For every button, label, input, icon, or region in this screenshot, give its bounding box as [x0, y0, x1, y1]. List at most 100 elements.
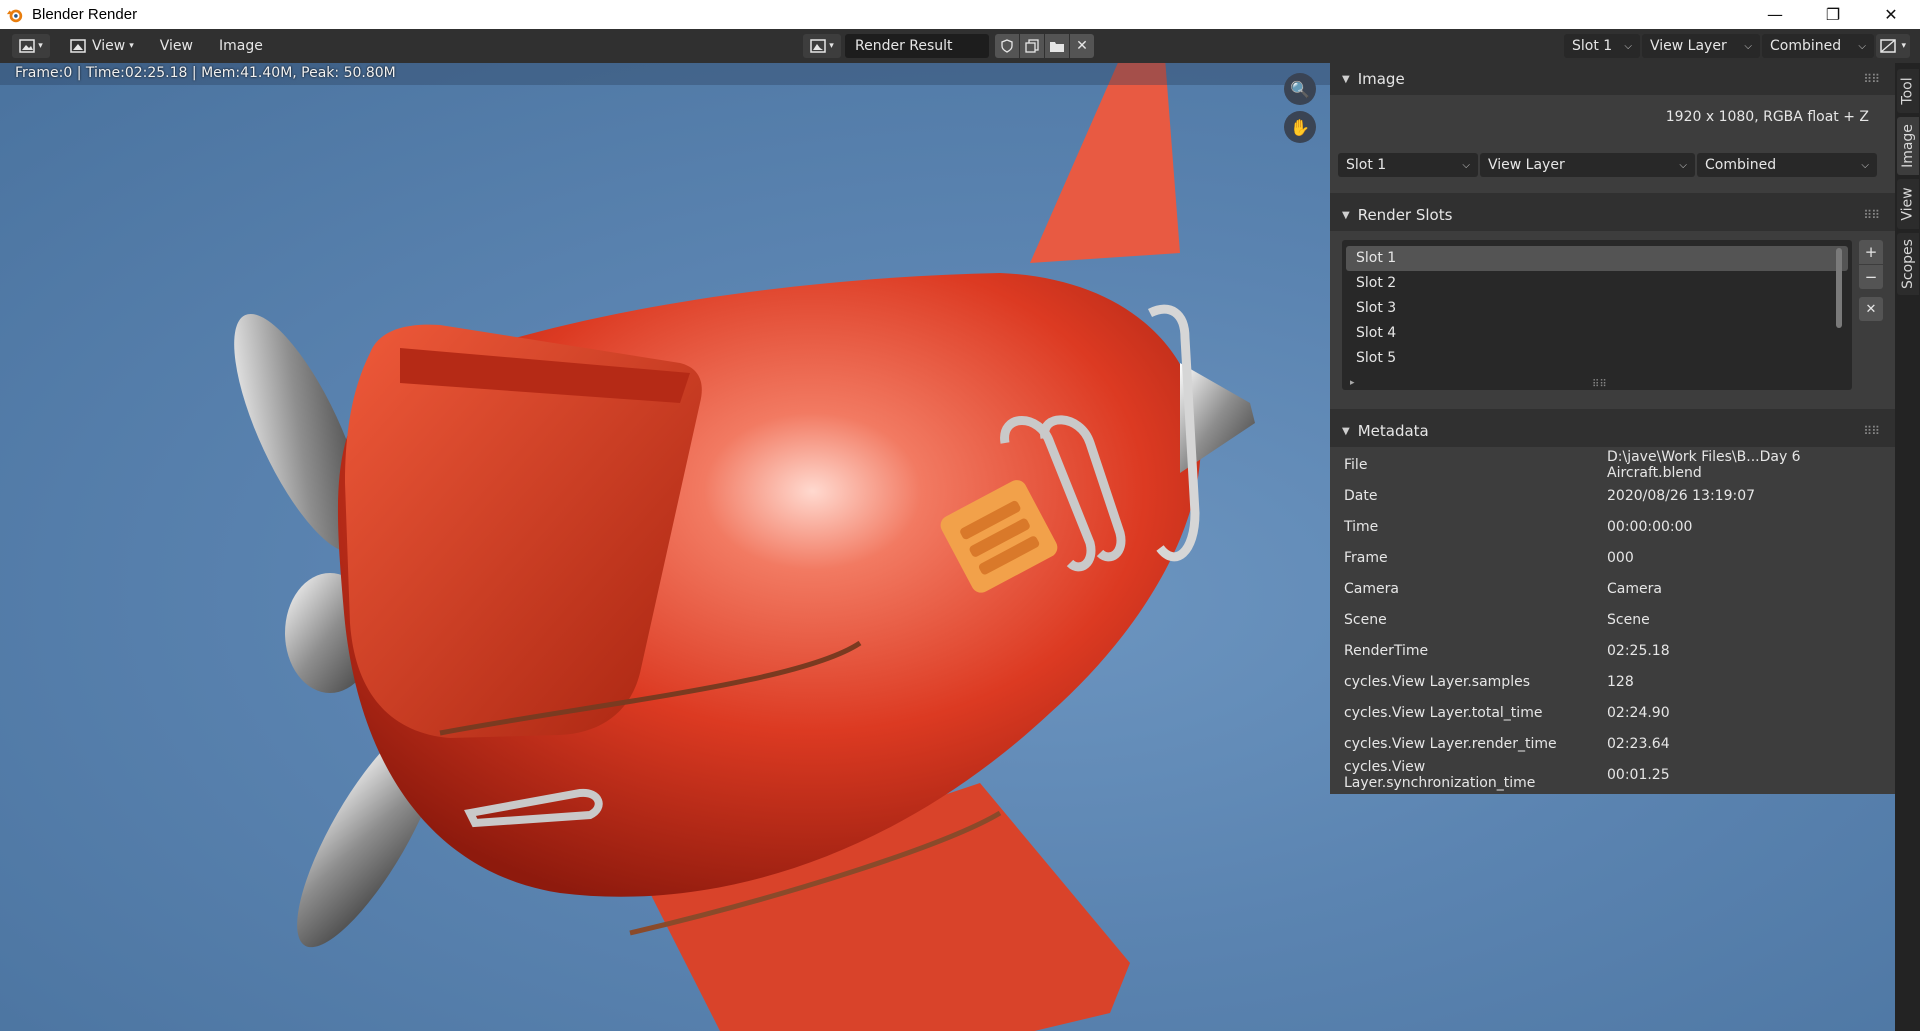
- view-layer-dropdown[interactable]: View Layer ⌵: [1642, 34, 1760, 58]
- chevron-down-icon: ⌵: [1624, 40, 1632, 52]
- metadata-value: 00:00:00:00: [1607, 518, 1693, 535]
- list-item[interactable]: Slot 2: [1346, 271, 1848, 296]
- list-scrollbar[interactable]: [1836, 248, 1842, 328]
- render-slots-body: Slot 1 Slot 2 Slot 3 Slot 4 Slot 5 ▸ ⠿⠿ …: [1330, 231, 1895, 409]
- tab-image[interactable]: Image: [1897, 117, 1919, 175]
- metadata-key: Scene: [1344, 611, 1387, 628]
- image-editor-header: ▾ View ▾ View Image ▾ Render Result ✕ Sl…: [0, 29, 1920, 63]
- slot-dropdown-label: Slot 1: [1572, 38, 1613, 54]
- display-channels-icon: [1880, 39, 1896, 53]
- image-panel-body: 1920 x 1080, RGBA float + Z: [1330, 95, 1895, 153]
- pass-dropdown[interactable]: Combined ⌵: [1762, 34, 1874, 58]
- image-editor-icon: [19, 39, 35, 53]
- menu-image[interactable]: Image: [209, 34, 273, 58]
- image-pass-label: Combined: [1705, 157, 1777, 173]
- list-item[interactable]: Slot 3: [1346, 296, 1848, 321]
- clear-slot-button[interactable]: ✕: [1859, 297, 1883, 321]
- add-slot-button[interactable]: +: [1859, 240, 1883, 264]
- metadata-value: 02:23.64: [1607, 735, 1670, 752]
- view-mode-menu[interactable]: View ▾: [60, 34, 144, 58]
- resize-grip-icon[interactable]: ⠿⠿: [1592, 379, 1607, 390]
- chevron-down-icon: ▾: [1901, 41, 1906, 51]
- tab-image-label: Image: [1900, 124, 1917, 168]
- metadata-body: File D:\jave\Work Files\B...Day 6 Aircraf…: [1330, 447, 1895, 794]
- collapse-triangle-icon: ▼: [1342, 425, 1350, 437]
- render-slots-header[interactable]: ▼ Render Slots ⠿⠿: [1330, 199, 1895, 231]
- blender-logo-icon: [6, 9, 23, 22]
- drag-grip-icon[interactable]: ⠿⠿: [1863, 424, 1880, 438]
- table-row: Scene Scene: [1330, 604, 1895, 635]
- tab-tool[interactable]: Tool: [1897, 69, 1919, 113]
- expand-filter-icon[interactable]: ▸: [1350, 378, 1355, 388]
- image-pass-dropdown[interactable]: Combined ⌵: [1697, 153, 1877, 177]
- image-icon: [810, 39, 826, 53]
- editor-type-selector[interactable]: ▾: [12, 34, 50, 58]
- metadata-key: RenderTime: [1344, 642, 1429, 659]
- image-view-layer-label: View Layer: [1488, 157, 1565, 173]
- metadata-value: 000: [1607, 549, 1634, 566]
- new-image-duplicate-icon[interactable]: [1020, 34, 1044, 58]
- drag-grip-icon[interactable]: ⠿⠿: [1863, 208, 1880, 222]
- window-title: Blender Render: [32, 6, 138, 23]
- metadata-value: 128: [1607, 673, 1634, 690]
- image-view-layer-dropdown[interactable]: View Layer ⌵: [1480, 153, 1695, 177]
- table-row: RenderTime 02:25.18: [1330, 635, 1895, 666]
- metadata-key: cycles.View Layer.synchronization_time: [1344, 758, 1536, 791]
- tab-scopes[interactable]: Scopes: [1897, 233, 1919, 295]
- view-mode-icon: [70, 39, 86, 53]
- zoom-icon[interactable]: 🔍: [1284, 73, 1316, 105]
- image-panel-header[interactable]: ▼ Image ⠿⠿: [1330, 63, 1895, 95]
- table-row: cycles.View Layer.synchronization_time 00…: [1330, 758, 1895, 791]
- collapse-triangle-icon: ▼: [1342, 73, 1350, 85]
- restore-button[interactable]: ❐: [1804, 0, 1862, 29]
- image-slot-dropdown[interactable]: Slot 1 ⌵: [1338, 153, 1478, 177]
- list-item[interactable]: Slot 1: [1346, 246, 1848, 271]
- metadata-key: cycles.View Layer.render_time: [1344, 735, 1557, 752]
- tab-scopes-label: Scopes: [1900, 239, 1917, 289]
- metadata-value: 00:01.25: [1607, 766, 1670, 783]
- metadata-value: 2020/08/26 13:19:07: [1607, 487, 1756, 504]
- metadata-value: D:\jave\Work Files\B...Day 6 Aircraft.bl…: [1607, 448, 1801, 481]
- image-slot-label: Slot 1: [1346, 157, 1387, 173]
- sidebar-panel: ▼ Image ⠿⠿ 1920 x 1080, RGBA float + Z S…: [1330, 63, 1895, 794]
- close-window-button[interactable]: ✕: [1862, 0, 1920, 29]
- window-titlebar: Blender Render — ❐ ✕: [0, 0, 1920, 29]
- metadata-value: 02:24.90: [1607, 704, 1670, 721]
- image-name-field[interactable]: Render Result: [845, 34, 989, 58]
- render-status-text: Frame:0 | Time:02:25.18 | Mem:41.40M, Pe…: [15, 65, 396, 81]
- open-folder-icon[interactable]: [1045, 34, 1069, 58]
- display-channels-button[interactable]: ▾: [1876, 34, 1910, 58]
- list-item[interactable]: Slot 4: [1346, 321, 1848, 346]
- table-row: Camera Camera: [1330, 573, 1895, 604]
- minimize-button[interactable]: —: [1746, 0, 1804, 29]
- render-slots-list[interactable]: Slot 1 Slot 2 Slot 3 Slot 4 Slot 5 ▸ ⠿⠿: [1342, 240, 1852, 390]
- metadata-title: Metadata: [1357, 422, 1429, 440]
- tab-view[interactable]: View: [1897, 179, 1919, 229]
- chevron-down-icon: ▾: [129, 41, 134, 51]
- metadata-key: Date: [1344, 487, 1378, 504]
- chevron-down-icon: ⌵: [1679, 159, 1687, 171]
- menu-view[interactable]: View: [150, 34, 203, 58]
- list-item[interactable]: Slot 5: [1346, 346, 1848, 371]
- metadata-header[interactable]: ▼ Metadata ⠿⠿: [1330, 415, 1895, 447]
- render-slots-title: Render Slots: [1357, 206, 1453, 224]
- drag-grip-icon[interactable]: ⠿⠿: [1863, 72, 1880, 86]
- tab-tool-label: Tool: [1900, 77, 1917, 105]
- slot-dropdown[interactable]: Slot 1 ⌵: [1564, 34, 1640, 58]
- pass-dropdown-label: Combined: [1770, 38, 1842, 54]
- image-resolution: 1920 x 1080, RGBA float + Z: [1665, 109, 1869, 125]
- chevron-down-icon: ⌵: [1861, 159, 1869, 171]
- table-row: Time 00:00:00:00: [1330, 511, 1895, 542]
- remove-slot-button[interactable]: −: [1859, 265, 1883, 289]
- tab-view-label: View: [1900, 187, 1917, 221]
- table-row: cycles.View Layer.samples 128: [1330, 666, 1895, 697]
- view-layer-dropdown-label: View Layer: [1650, 38, 1727, 54]
- unlink-close-icon[interactable]: ✕: [1070, 34, 1094, 58]
- sidebar-tabs: Tool Image View Scopes: [1895, 63, 1920, 1031]
- browse-image-button[interactable]: ▾: [803, 34, 841, 58]
- image-panel-selectors: Slot 1 ⌵ View Layer ⌵ Combined ⌵: [1330, 153, 1895, 193]
- pan-hand-icon[interactable]: ✋: [1284, 111, 1316, 143]
- table-row: Date 2020/08/26 13:19:07: [1330, 480, 1895, 511]
- fake-user-shield-icon[interactable]: [995, 34, 1019, 58]
- metadata-key: Frame: [1344, 549, 1388, 566]
